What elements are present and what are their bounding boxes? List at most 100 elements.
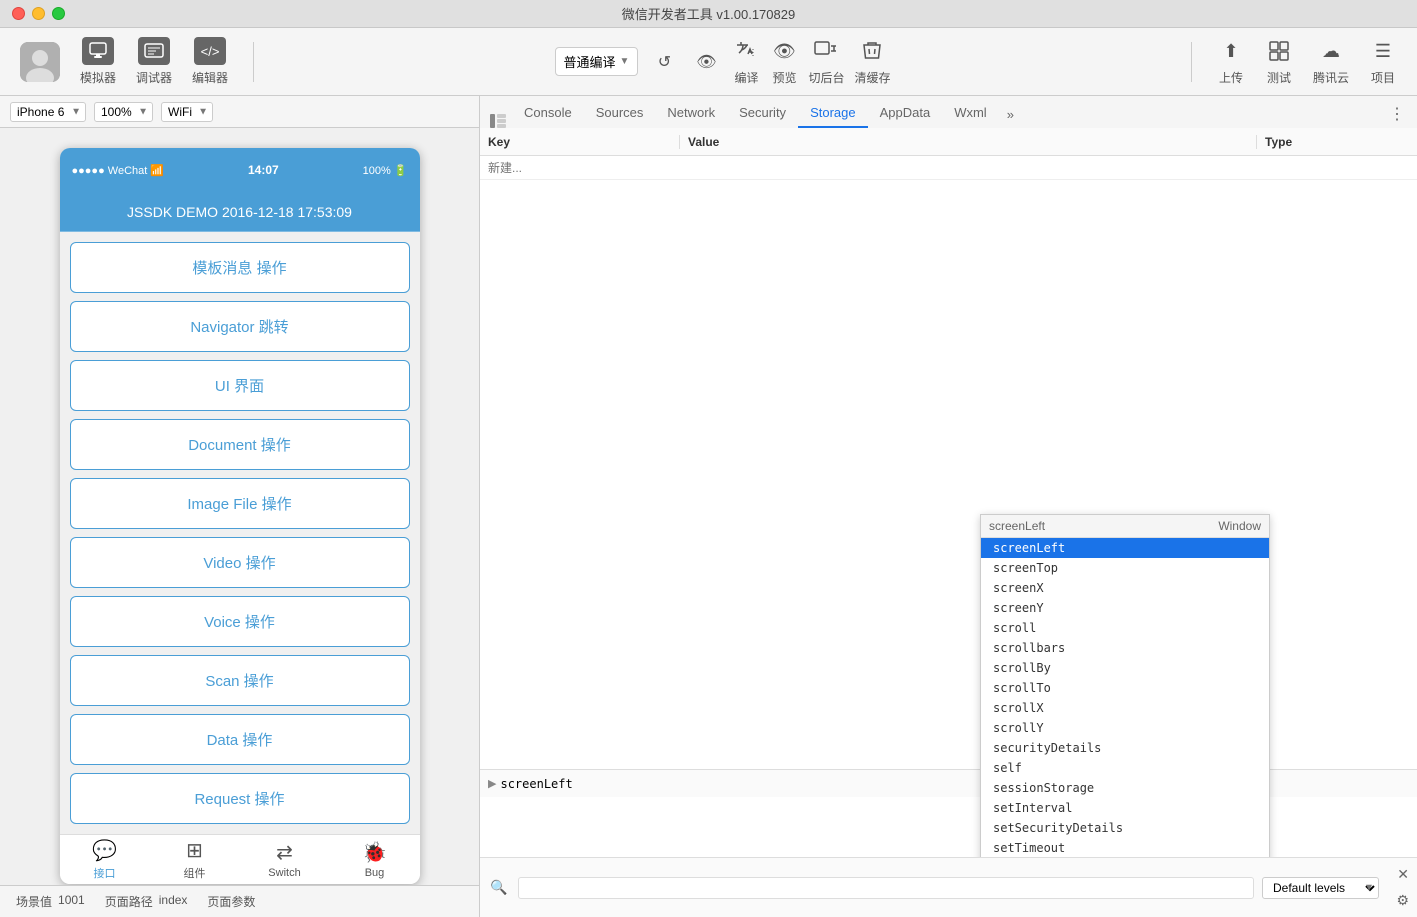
- test-label: 测试: [1267, 69, 1291, 86]
- phone-tab-3[interactable]: 🐞 Bug: [330, 840, 420, 879]
- console-level-wrapper[interactable]: Default levels ▼: [1262, 877, 1379, 899]
- cut-backend-icon: [812, 37, 840, 65]
- tab-sources[interactable]: Sources: [584, 99, 656, 128]
- autocomplete-item-3[interactable]: screenY: [981, 598, 1269, 618]
- zoom-select[interactable]: 100%: [94, 102, 153, 122]
- autocomplete-item-12[interactable]: sessionStorage: [981, 778, 1269, 798]
- phone-content-area: 模板消息 操作 Navigator 跳转 UI 界面 Document 操作 I…: [60, 232, 420, 834]
- project-tool[interactable]: ☰ 项目: [1369, 37, 1397, 86]
- debugger-label: 调试器: [136, 69, 172, 86]
- debugger-tool[interactable]: 调试器: [136, 37, 172, 86]
- minimize-button[interactable]: [32, 7, 45, 20]
- console-settings-button[interactable]: ⚙: [1396, 892, 1409, 909]
- clear-cache-icon: [858, 37, 886, 65]
- phone-btn-6[interactable]: Voice 操作: [70, 596, 410, 647]
- autocomplete-dropdown: screenLeft Window screenLeft screenTop s…: [980, 514, 1270, 857]
- autocomplete-item-6[interactable]: scrollBy: [981, 658, 1269, 678]
- phone-tab-icon-1: ⊞: [186, 838, 203, 863]
- close-button[interactable]: [12, 7, 25, 20]
- editor-icon: </>: [194, 37, 226, 65]
- maximize-button[interactable]: [52, 7, 65, 20]
- storage-col-key-header: Key: [480, 135, 680, 149]
- main-content: ●●●●● WeChat 📶 14:07 100% 🔋 JSSDK DEMO 2…: [0, 128, 1417, 917]
- project-icon: ☰: [1369, 37, 1397, 65]
- editor-tool[interactable]: </> 编辑器: [192, 37, 228, 86]
- tab-network[interactable]: Network: [655, 99, 727, 128]
- tab-console[interactable]: Console: [512, 99, 584, 128]
- phone-app-title: JSSDK DEMO 2016-12-18 17:53:09: [127, 204, 352, 220]
- compile-select[interactable]: 普通编译 ▼: [555, 47, 639, 76]
- autocomplete-item-10[interactable]: securityDetails: [981, 738, 1269, 758]
- clear-cache-tool[interactable]: 清缓存: [854, 37, 890, 86]
- autocomplete-item-15[interactable]: setTimeout: [981, 838, 1269, 857]
- console-level-select[interactable]: Default levels: [1262, 877, 1379, 899]
- devtools-menu-button[interactable]: ⋮: [1381, 100, 1413, 128]
- phone-tab-0[interactable]: 💬 接口: [60, 838, 150, 881]
- network-select-wrapper[interactable]: WiFi ▼: [161, 102, 213, 122]
- simulator-tool[interactable]: 模拟器: [80, 37, 116, 86]
- phone-btn-0[interactable]: 模板消息 操作: [70, 242, 410, 293]
- translate-tool[interactable]: 编译: [732, 37, 760, 86]
- autocomplete-item-0[interactable]: screenLeft: [981, 538, 1269, 558]
- preview-icon: 👁: [770, 37, 798, 65]
- autocomplete-item-7[interactable]: scrollTo: [981, 678, 1269, 698]
- storage-content-area: screenLeft Window screenLeft screenTop s…: [480, 156, 1417, 857]
- autocomplete-item-2[interactable]: screenX: [981, 578, 1269, 598]
- more-tabs-button[interactable]: »: [999, 101, 1022, 128]
- phone-btn-3[interactable]: Document 操作: [70, 419, 410, 470]
- storage-col-value-header: Value: [680, 135, 1257, 149]
- phone-tab-icon-0: 💬: [92, 838, 117, 863]
- phone-btn-8[interactable]: Data 操作: [70, 714, 410, 765]
- params-item: 页面参数: [207, 893, 255, 910]
- device-select-wrapper[interactable]: iPhone 6 ▼: [10, 102, 86, 122]
- expand-arrow[interactable]: ▶: [488, 777, 496, 790]
- phone-frame: ●●●●● WeChat 📶 14:07 100% 🔋 JSSDK DEMO 2…: [60, 148, 420, 884]
- device-select[interactable]: iPhone 6: [10, 102, 86, 122]
- test-tool[interactable]: 测试: [1265, 37, 1293, 86]
- phone-tab-label-0: 接口: [94, 865, 116, 881]
- tab-wxml[interactable]: Wxml: [942, 99, 999, 128]
- preview-icon-button[interactable]: 👁: [690, 46, 722, 78]
- console-close-button[interactable]: ✕: [1397, 866, 1409, 883]
- phone-tab-label-3: Bug: [365, 867, 385, 879]
- phone-tab-label-1: 组件: [184, 865, 206, 881]
- storage-new-key-input[interactable]: [480, 161, 672, 175]
- phone-container: ●●●●● WeChat 📶 14:07 100% 🔋 JSSDK DEMO 2…: [0, 128, 479, 885]
- tencent-cloud-tool[interactable]: ☁ 腾讯云: [1313, 37, 1349, 86]
- devtools-panel: Key Value Type screenLeft Window screenL…: [480, 128, 1417, 917]
- autocomplete-item-1[interactable]: screenTop: [981, 558, 1269, 578]
- console-filter-icon[interactable]: 🔍: [488, 877, 510, 899]
- console-panel: ✕ 🔍 Default levels ▼ ⚙: [480, 857, 1417, 917]
- path-item: 页面路径 index: [105, 893, 188, 910]
- refresh-button[interactable]: ↺: [648, 46, 680, 78]
- phone-btn-4[interactable]: Image File 操作: [70, 478, 410, 529]
- scene-value: 1001: [58, 893, 85, 910]
- user-avatar[interactable]: [20, 42, 60, 82]
- tab-appdata[interactable]: AppData: [868, 99, 943, 128]
- autocomplete-item-4[interactable]: scroll: [981, 618, 1269, 638]
- phone-btn-2[interactable]: UI 界面: [70, 360, 410, 411]
- autocomplete-item-5[interactable]: scrollbars: [981, 638, 1269, 658]
- autocomplete-item-9[interactable]: scrollY: [981, 718, 1269, 738]
- preview-tool[interactable]: 👁 预览: [770, 37, 798, 86]
- upload-label: 上传: [1219, 69, 1243, 86]
- tab-storage[interactable]: Storage: [798, 99, 868, 128]
- autocomplete-item-13[interactable]: setInterval: [981, 798, 1269, 818]
- devtools-sidebar-toggle[interactable]: [484, 114, 512, 128]
- phone-tab-2[interactable]: ⇄ Switch: [240, 840, 330, 879]
- autocomplete-item-14[interactable]: setSecurityDetails: [981, 818, 1269, 838]
- phone-btn-1[interactable]: Navigator 跳转: [70, 301, 410, 352]
- phone-btn-5[interactable]: Video 操作: [70, 537, 410, 588]
- network-select[interactable]: WiFi: [161, 102, 213, 122]
- upload-tool[interactable]: ⬆ 上传: [1217, 37, 1245, 86]
- zoom-select-wrapper[interactable]: 100% ▼: [94, 102, 153, 122]
- tab-security[interactable]: Security: [727, 99, 798, 128]
- phone-btn-9[interactable]: Request 操作: [70, 773, 410, 824]
- phone-tab-1[interactable]: ⊞ 组件: [150, 838, 240, 881]
- phone-btn-7[interactable]: Scan 操作: [70, 655, 410, 706]
- console-search-input[interactable]: [518, 877, 1254, 899]
- autocomplete-selected-item: screenLeft: [989, 519, 1045, 533]
- cut-backend-tool[interactable]: 切后台: [808, 37, 844, 86]
- autocomplete-item-11[interactable]: self: [981, 758, 1269, 778]
- autocomplete-item-8[interactable]: scrollX: [981, 698, 1269, 718]
